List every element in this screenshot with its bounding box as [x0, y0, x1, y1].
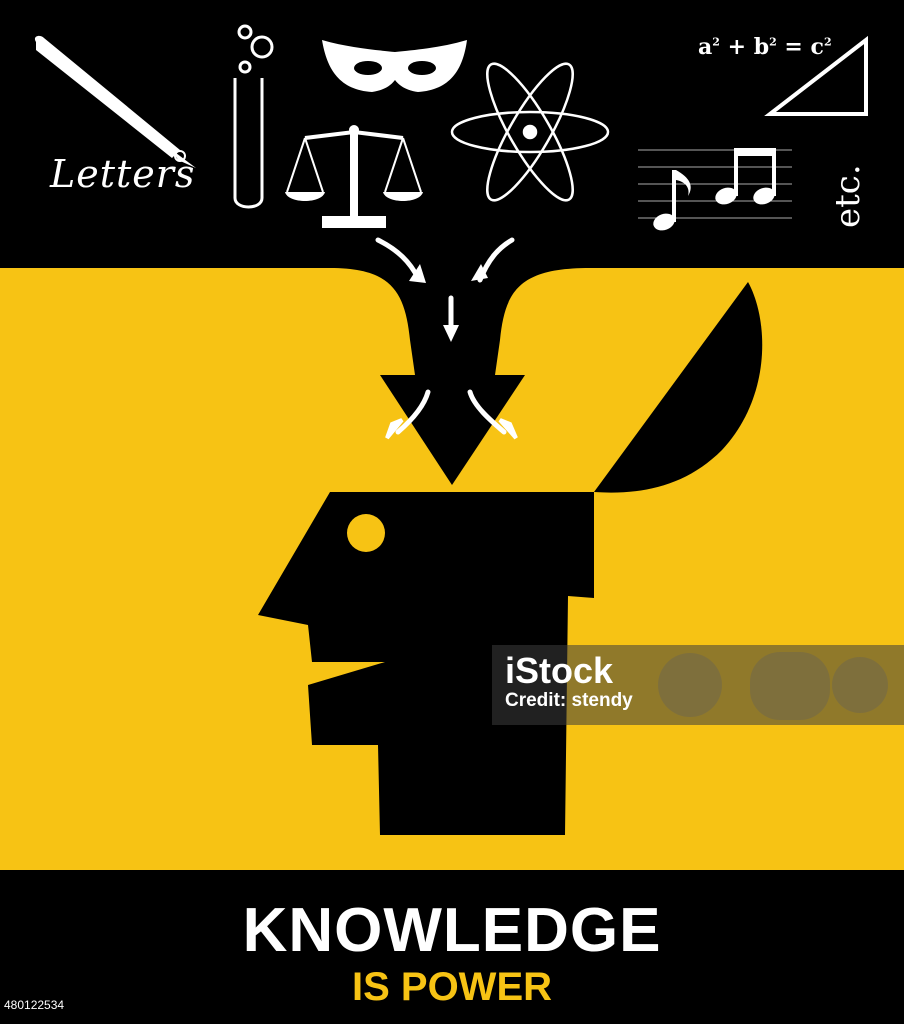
- watermark-credit: Credit: stendy: [505, 690, 633, 711]
- equation-b: b: [753, 34, 770, 60]
- poster-subtitle: IS POWER: [351, 965, 553, 1009]
- equation-exp-c: 2: [823, 35, 832, 49]
- watermark-brand: iStock: [505, 650, 614, 691]
- pythagorean-equation: a2 + b2 = c2: [698, 34, 832, 60]
- scales-icon: [285, 125, 423, 228]
- pen-icon: [34, 35, 196, 168]
- atom-icon: [450, 62, 610, 202]
- test-tube-icon: [233, 24, 274, 209]
- equation-a: a: [698, 34, 713, 60]
- poster: Letters a2 + b2 = c2 etc. iStock Credit:…: [0, 0, 904, 1024]
- stock-id: 480122534: [4, 998, 65, 1012]
- equation-equals: =: [784, 34, 803, 60]
- eye: [347, 514, 385, 552]
- equation-exp-a: 2: [712, 35, 720, 49]
- letters-label: Letters: [50, 152, 196, 196]
- etc-label: etc.: [828, 164, 868, 228]
- equation-plus: +: [727, 34, 747, 60]
- music-notes-icon: [638, 148, 792, 231]
- equation-exp-b: 2: [769, 35, 777, 49]
- equation-c: c: [810, 34, 824, 60]
- poster-title: KNOWLEDGE: [242, 896, 662, 965]
- mask-icon: [322, 40, 467, 92]
